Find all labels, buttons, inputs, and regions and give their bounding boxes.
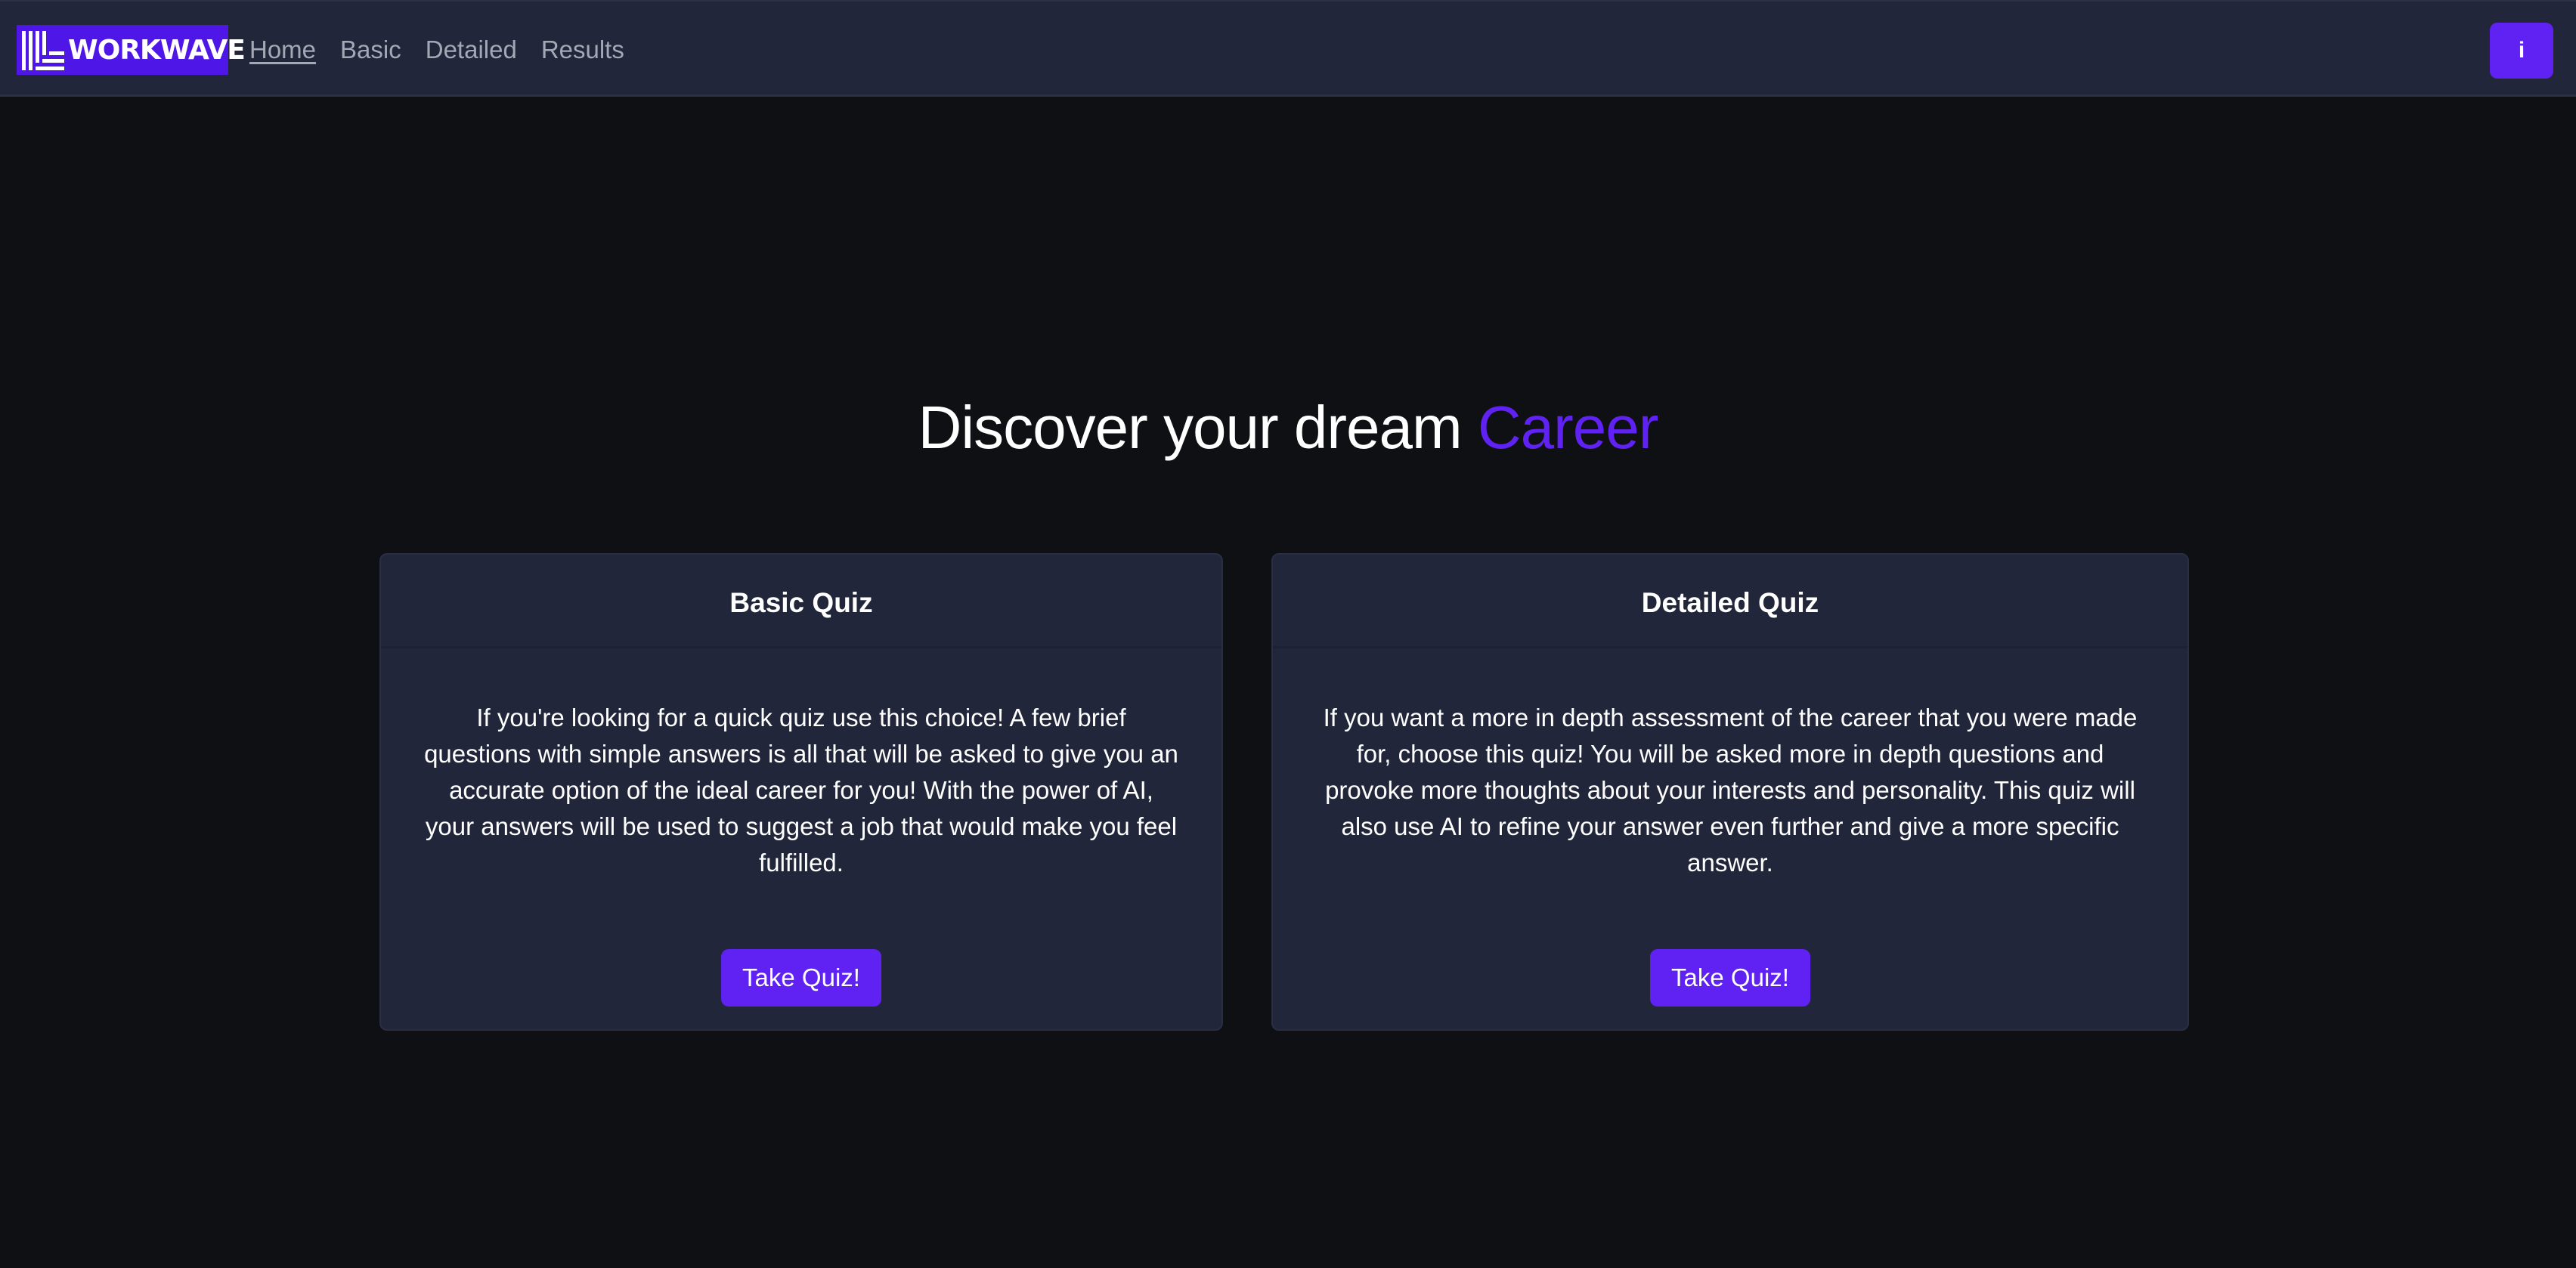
nav-home-link[interactable]: Home	[249, 36, 316, 64]
basic-quiz-card: Basic Quiz If you're looking for a quick…	[379, 553, 1223, 1031]
nav-basic-link[interactable]: Basic	[340, 36, 401, 64]
workwave-logo-icon	[22, 31, 64, 70]
page-title: Discover your dream Career	[0, 393, 2576, 462]
detailed-quiz-body: If you want a more in depth assessment o…	[1273, 648, 2187, 1029]
nav-detailed-link[interactable]: Detailed	[426, 36, 517, 64]
info-button[interactable]: i	[2490, 23, 2553, 79]
info-icon: i	[2518, 38, 2525, 63]
detailed-quiz-description: If you want a more in depth assessment o…	[1323, 704, 2138, 877]
detailed-quiz-card: Detailed Quiz If you want a more in dept…	[1271, 553, 2189, 1031]
basic-quiz-description: If you're looking for a quick quiz use t…	[424, 704, 1178, 877]
page-title-accent: Career	[1477, 394, 1659, 461]
basic-take-quiz-button[interactable]: Take Quiz!	[721, 949, 881, 1007]
basic-quiz-body: If you're looking for a quick quiz use t…	[381, 648, 1221, 1029]
brand-name: WORKWAVE	[68, 34, 246, 66]
page-title-prefix: Discover your dream	[918, 394, 1463, 461]
nav-links: Home Basic Detailed Results	[249, 2, 649, 98]
top-navbar: WORKWAVE Home Basic Detailed Results i	[0, 0, 2576, 97]
nav-results-link[interactable]: Results	[541, 36, 624, 64]
detailed-quiz-title: Detailed Quiz	[1273, 555, 2187, 648]
basic-quiz-title: Basic Quiz	[381, 555, 1221, 648]
brand-logo[interactable]: WORKWAVE	[17, 25, 246, 75]
detailed-take-quiz-button[interactable]: Take Quiz!	[1650, 949, 1810, 1007]
